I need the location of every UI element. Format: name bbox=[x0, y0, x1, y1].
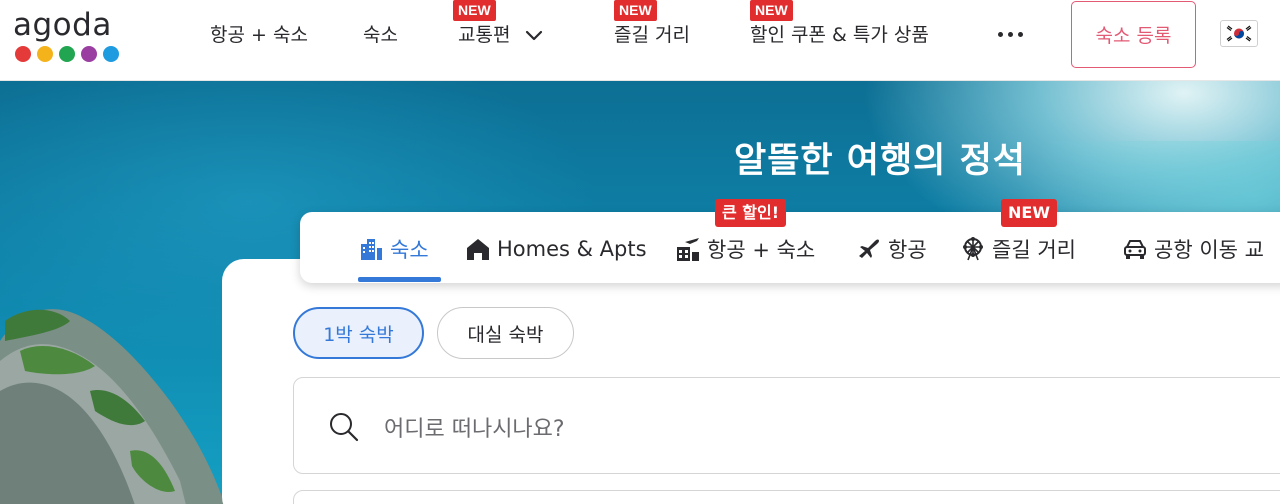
tab-homes-apts[interactable]: Homes & Apts bbox=[465, 235, 647, 263]
tab-activities[interactable]: 즐길 거리 bbox=[960, 235, 1076, 263]
register-property-button[interactable]: 숙소 등록 bbox=[1071, 1, 1196, 68]
car-icon bbox=[1122, 236, 1148, 262]
search-placeholder: 어디로 떠나시나요? bbox=[384, 417, 565, 442]
destination-search-input[interactable]: 어디로 떠나시나요? bbox=[293, 377, 1280, 474]
new-badge: NEW bbox=[453, 0, 496, 21]
tab-label: 공항 이동 교 bbox=[1154, 238, 1264, 262]
tab-flights[interactable]: 항공 bbox=[856, 235, 927, 263]
nav-item-activities[interactable]: 즐길 거리 bbox=[614, 22, 690, 48]
big-discount-badge: 큰 할인! bbox=[715, 199, 787, 227]
logo-dots bbox=[15, 46, 119, 62]
tab-label: Homes & Apts bbox=[497, 237, 647, 261]
tab-label: 항공 + 숙소 bbox=[707, 238, 816, 262]
ferris-wheel-icon bbox=[960, 236, 986, 262]
tab-airport-transfer[interactable]: 공항 이동 교 bbox=[1122, 235, 1264, 263]
tab-flight-hotel[interactable]: 항공 + 숙소 bbox=[675, 235, 815, 263]
new-badge: NEW bbox=[750, 0, 793, 21]
date-field-partial[interactable] bbox=[293, 490, 1280, 504]
tab-label: 즐길 거리 bbox=[992, 238, 1076, 262]
nav-item-label: 교통편 bbox=[458, 24, 511, 46]
korea-flag-graphic bbox=[1224, 23, 1254, 44]
nav-item-flight-hotel[interactable]: 항공 + 숙소 bbox=[210, 22, 308, 48]
hero-title: 알뜰한 여행의 정석 bbox=[734, 141, 1026, 181]
building-icon bbox=[358, 236, 384, 262]
nav-item-label: 할인 쿠폰 & 특가 상품 bbox=[750, 24, 929, 46]
airplane-icon bbox=[856, 236, 882, 262]
logo-wordmark: agoda bbox=[13, 7, 112, 43]
logo-dot-yellow bbox=[37, 46, 53, 62]
nav-item-label: 숙소 bbox=[363, 24, 398, 46]
nav-item-transport[interactable]: 교통편 bbox=[458, 22, 543, 48]
agoda-logo[interactable]: agoda bbox=[13, 8, 123, 66]
tab-stays[interactable]: 숙소 bbox=[358, 235, 429, 263]
island-image bbox=[0, 309, 225, 504]
top-navigation-bar: agoda 항공 + 숙소 숙소 교통편 NEW 즐길 거리 NEW 할인 쿠폰… bbox=[0, 0, 1280, 81]
logo-dot-purple bbox=[81, 46, 97, 62]
logo-dot-blue bbox=[103, 46, 119, 62]
nav-item-stays[interactable]: 숙소 bbox=[363, 22, 398, 48]
stay-type-dayuse-button[interactable]: 대실 숙박 bbox=[437, 307, 574, 359]
tab-label: 항공 bbox=[888, 238, 927, 262]
nav-item-deals[interactable]: 할인 쿠폰 & 특가 상품 bbox=[750, 22, 929, 48]
nav-item-label: 즐길 거리 bbox=[614, 24, 690, 46]
more-menu-ellipsis-icon[interactable] bbox=[998, 32, 1023, 37]
house-icon bbox=[465, 236, 491, 262]
hotel-plane-icon bbox=[675, 236, 701, 262]
new-badge: NEW bbox=[614, 0, 657, 21]
search-icon bbox=[330, 413, 359, 442]
ellipsis-dot bbox=[998, 32, 1003, 37]
tab-label: 숙소 bbox=[390, 238, 429, 262]
nav-item-label: 항공 + 숙소 bbox=[210, 24, 308, 46]
ellipsis-dot bbox=[1018, 32, 1023, 37]
new-badge: NEW bbox=[1001, 199, 1057, 227]
logo-dot-green bbox=[59, 46, 75, 62]
search-tabs: 숙소 Homes & Apts 항공 + 숙소 항공 즐길 거리 공항 이동 교 bbox=[300, 212, 1280, 283]
south-korea-flag-icon[interactable] bbox=[1220, 20, 1258, 47]
chevron-down-icon bbox=[525, 30, 542, 40]
stay-type-overnight-button[interactable]: 1박 숙박 bbox=[293, 307, 424, 359]
active-tab-indicator bbox=[358, 277, 441, 282]
logo-dot-red bbox=[15, 46, 31, 62]
ellipsis-dot bbox=[1008, 32, 1013, 37]
